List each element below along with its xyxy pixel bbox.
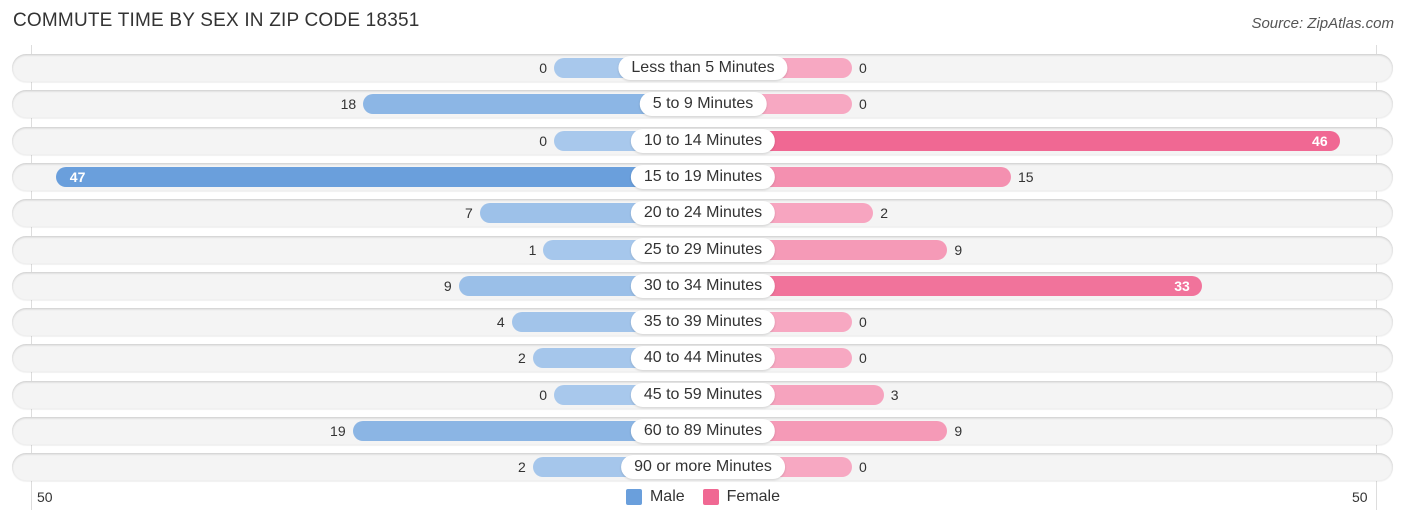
category-label: 90 or more Minutes: [621, 455, 785, 480]
legend-item-male: Male: [625, 488, 685, 506]
bar-female: [703, 130, 1340, 151]
value-male: 7: [465, 205, 473, 222]
value-male: 2: [518, 350, 526, 367]
value-male: 2: [518, 459, 526, 476]
value-male: 1: [528, 241, 537, 258]
category-label: 25 to 29 Minutes: [630, 237, 776, 262]
legend-swatch-male: [625, 489, 642, 505]
legend-label-female: Female: [726, 488, 781, 505]
value-female: 2: [880, 205, 888, 222]
legend-swatch-female: [702, 489, 719, 505]
category-label: 20 to 24 Minutes: [630, 201, 776, 226]
value-female: 15: [1018, 168, 1034, 185]
category-label: 15 to 19 Minutes: [630, 164, 776, 189]
legend-item-female: Female: [702, 488, 781, 506]
category-label: 35 to 39 Minutes: [630, 310, 776, 335]
value-male: 0: [539, 60, 547, 76]
value-male: 0: [539, 132, 547, 149]
category-label: 30 to 34 Minutes: [630, 273, 776, 298]
chart-title: COMMUTE TIME BY SEX IN ZIP CODE 18351: [13, 10, 420, 31]
legend: Male Female: [0, 488, 1406, 506]
category-label: 60 to 89 Minutes: [630, 419, 776, 443]
value-male: 18: [340, 96, 357, 113]
category-label: 45 to 59 Minutes: [630, 382, 776, 407]
value-male: 4: [496, 314, 505, 331]
value-male: 9: [443, 277, 452, 294]
value-male: 0: [539, 386, 547, 403]
value-female: 46: [1312, 132, 1328, 149]
value-male: 19: [330, 423, 346, 439]
category-label: 40 to 44 Minutes: [630, 346, 776, 371]
value-female: 0: [859, 314, 867, 331]
value-female: 33: [1174, 277, 1190, 294]
value-female: 0: [859, 350, 867, 367]
value-female: 0: [859, 459, 867, 476]
category-label: 5 to 9 Minutes: [639, 92, 767, 117]
value-male: 47: [69, 168, 86, 185]
value-female: 0: [859, 96, 867, 113]
value-female: 0: [859, 60, 867, 76]
category-label: Less than 5 Minutes: [618, 56, 788, 80]
legend-label-male: Male: [649, 488, 685, 505]
category-label: 10 to 14 Minutes: [630, 128, 776, 153]
source-label: Source: ZipAtlas.com: [1251, 15, 1394, 32]
value-female: 9: [954, 241, 963, 258]
value-female: 3: [890, 386, 899, 403]
bar-male: [55, 166, 703, 187]
value-female: 9: [954, 423, 963, 439]
bar-female: [703, 275, 1202, 296]
